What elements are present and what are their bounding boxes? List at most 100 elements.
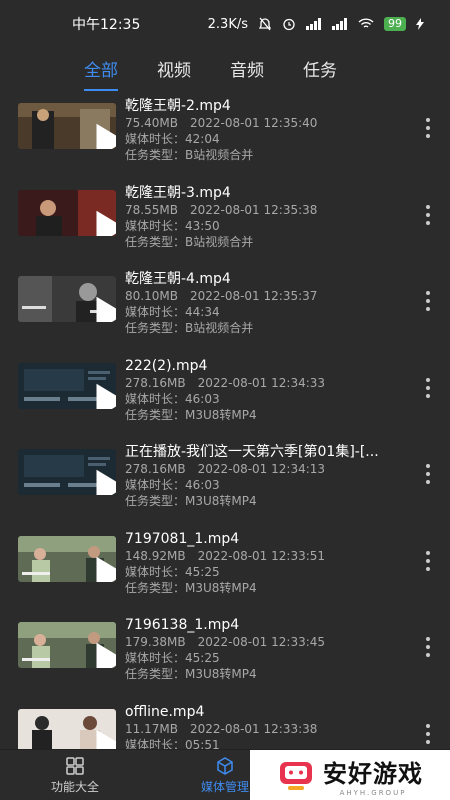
media-date: 2022-08-01 12:35:37 xyxy=(189,289,318,303)
gamepad-icon xyxy=(280,762,312,790)
media-size: 75.40MB xyxy=(125,116,178,130)
battery-icon: 99 xyxy=(384,17,406,31)
more-options-icon[interactable] xyxy=(424,377,432,398)
media-duration: 媒体时长：45:25 xyxy=(125,564,220,579)
play-icon xyxy=(96,123,116,149)
bottom-nav: 功能大全 媒体管理 安好游戏 AHYH.GROUP xyxy=(0,749,450,800)
video-thumbnail[interactable] xyxy=(18,622,116,668)
nav-media-label: 媒体管理 xyxy=(200,780,249,794)
nav-features[interactable]: 功能大全 xyxy=(35,756,115,795)
signal-icon-2 xyxy=(332,18,347,30)
media-size-date: 148.92MB 2022-08-01 12:33:51 xyxy=(125,548,402,564)
status-time: 中午12:35 xyxy=(72,17,141,33)
play-icon xyxy=(96,383,116,409)
media-size: 278.16MB xyxy=(125,462,186,476)
video-thumbnail[interactable] xyxy=(18,535,116,582)
video-thumbnail[interactable] xyxy=(18,189,116,236)
media-list-item[interactable]: 乾隆王朝-2.mp4 75.40MB 2022-08-01 12:35:40 媒体时长… xyxy=(0,90,450,177)
media-title: 222(2).mp4 xyxy=(125,357,208,374)
watermark-logo: 安好游戏 AHYH.GROUP xyxy=(250,750,450,800)
media-date: 2022-08-01 12:34:13 xyxy=(197,462,326,476)
video-thumbnail[interactable] xyxy=(18,449,116,495)
media-list-item[interactable]: 222(2).mp4 278.16MB 2022-08-01 12:34:33 媒体时… xyxy=(0,350,450,437)
more-options-icon[interactable] xyxy=(424,291,432,311)
tab-all[interactable]: 全部 xyxy=(84,56,118,91)
media-size: 78.55MB xyxy=(125,202,178,217)
more-options-icon[interactable] xyxy=(424,204,432,225)
media-title: 乾隆王朝-3.mp4 xyxy=(125,184,231,201)
media-size: 179.38MB xyxy=(125,635,186,649)
media-info: offline.mp4 11.17MB 2022-08-01 12:33:38 媒体时… xyxy=(125,703,402,753)
video-thumbnail[interactable] xyxy=(18,276,116,322)
more-options-icon[interactable] xyxy=(424,723,432,744)
play-icon xyxy=(96,210,116,236)
media-size-date: 11.17MB 2022-08-01 12:33:38 xyxy=(125,721,402,737)
video-thumbnail[interactable] xyxy=(18,103,116,149)
tab-tasks[interactable]: 任务 xyxy=(303,56,337,81)
media-task-type: 任务类型：M3U8转MP4 xyxy=(125,407,257,422)
media-size-date: 75.40MB 2022-08-01 12:35:40 xyxy=(125,115,402,131)
media-task-type: 任务类型：B站视频合并 xyxy=(125,234,254,249)
media-info: 222(2).mp4 278.16MB 2022-08-01 12:34:33 媒体时… xyxy=(125,357,402,423)
media-task-type: 任务类型：B站视频合并 xyxy=(125,321,254,335)
media-date: 2022-08-01 12:33:51 xyxy=(197,548,326,563)
more-options-icon[interactable] xyxy=(424,637,432,657)
watermark-text: 安好游戏 xyxy=(323,759,423,788)
media-date: 2022-08-01 12:34:33 xyxy=(197,375,326,390)
media-list: 乾隆王朝-2.mp4 75.40MB 2022-08-01 12:35:40 媒体时长… xyxy=(0,90,450,782)
media-list-item[interactable]: 正在播放-我们这一天第六季[第01集]-[... 278.16MB 2022-08-… xyxy=(0,436,450,523)
media-list-item[interactable]: 乾隆王朝-4.mp4 80.10MB 2022-08-01 12:35:37 媒体时长… xyxy=(0,263,450,350)
network-speed: 2.3K/s xyxy=(207,16,248,32)
media-task-type: 任务类型：M3U8转MP4 xyxy=(125,667,257,681)
media-list-item[interactable]: 乾隆王朝-3.mp4 78.55MB 2022-08-01 12:35:38 媒体时长… xyxy=(0,177,450,264)
watermark-sub: AHYH.GROUP xyxy=(339,788,407,797)
media-duration: 媒体时长：46:03 xyxy=(125,478,220,492)
signal-icon xyxy=(306,18,321,30)
media-duration: 媒体时长：45:25 xyxy=(125,651,220,665)
media-size: 80.10MB xyxy=(125,289,178,303)
tab-video[interactable]: 视频 xyxy=(157,56,191,81)
media-size-date: 78.55MB 2022-08-01 12:35:38 xyxy=(125,202,402,218)
media-title: 乾隆王朝-2.mp4 xyxy=(125,98,231,114)
cube-icon xyxy=(217,757,233,775)
video-thumbnail[interactable] xyxy=(18,708,116,755)
play-icon xyxy=(96,469,116,495)
media-size-date: 80.10MB 2022-08-01 12:35:37 xyxy=(125,288,402,304)
media-info: 正在播放-我们这一天第六季[第01集]-[... 278.16MB 2022-08-… xyxy=(125,443,402,509)
nav-features-label: 功能大全 xyxy=(50,780,99,794)
media-size-date: 179.38MB 2022-08-01 12:33:45 xyxy=(125,634,402,650)
media-duration: 媒体时长：43:50 xyxy=(125,218,220,233)
media-task-type: 任务类型：B站视频合并 xyxy=(125,148,254,162)
media-title: offline.mp4 xyxy=(125,703,205,720)
media-task-type: 任务类型：M3U8转MP4 xyxy=(125,494,257,508)
alarm-icon xyxy=(283,18,295,31)
media-size-date: 278.16MB 2022-08-01 12:34:13 xyxy=(125,461,402,477)
media-task-type: 任务类型：M3U8转MP4 xyxy=(125,580,257,595)
more-options-icon[interactable] xyxy=(424,464,432,484)
media-size: 11.17MB xyxy=(125,721,178,736)
mute-icon xyxy=(258,17,272,31)
media-info: 7197081_1.mp4 148.92MB 2022-08-01 12:33:51… xyxy=(125,530,402,596)
media-duration: 媒体时长：44:34 xyxy=(125,305,220,319)
more-options-icon[interactable] xyxy=(424,118,432,138)
media-date: 2022-08-01 12:33:38 xyxy=(189,721,318,736)
media-title: 正在播放-我们这一天第六季[第01集]-[... xyxy=(125,444,379,460)
wifi-icon xyxy=(358,18,374,28)
media-date: 2022-08-01 12:33:45 xyxy=(197,635,326,649)
media-duration: 媒体时长：46:03 xyxy=(125,391,220,406)
media-title: 7196138_1.mp4 xyxy=(125,617,240,633)
play-icon xyxy=(96,296,116,322)
charging-icon xyxy=(416,18,424,30)
media-title: 乾隆王朝-4.mp4 xyxy=(125,271,231,287)
status-bar: 中午12:35 2.3K/s 99 xyxy=(0,0,450,48)
media-info: 乾隆王朝-3.mp4 78.55MB 2022-08-01 12:35:38 媒体时长… xyxy=(125,184,402,250)
video-thumbnail[interactable] xyxy=(18,362,116,409)
grid-icon xyxy=(66,757,84,775)
play-icon xyxy=(96,556,116,582)
media-list-item[interactable]: 7197081_1.mp4 148.92MB 2022-08-01 12:33:51… xyxy=(0,523,450,610)
more-options-icon[interactable] xyxy=(424,550,432,571)
media-list-item[interactable]: 7196138_1.mp4 179.38MB 2022-08-01 12:33:45… xyxy=(0,609,450,696)
tab-audio[interactable]: 音频 xyxy=(230,56,264,81)
media-size: 148.92MB xyxy=(125,548,186,563)
media-info: 7196138_1.mp4 179.38MB 2022-08-01 12:33:45… xyxy=(125,616,402,682)
